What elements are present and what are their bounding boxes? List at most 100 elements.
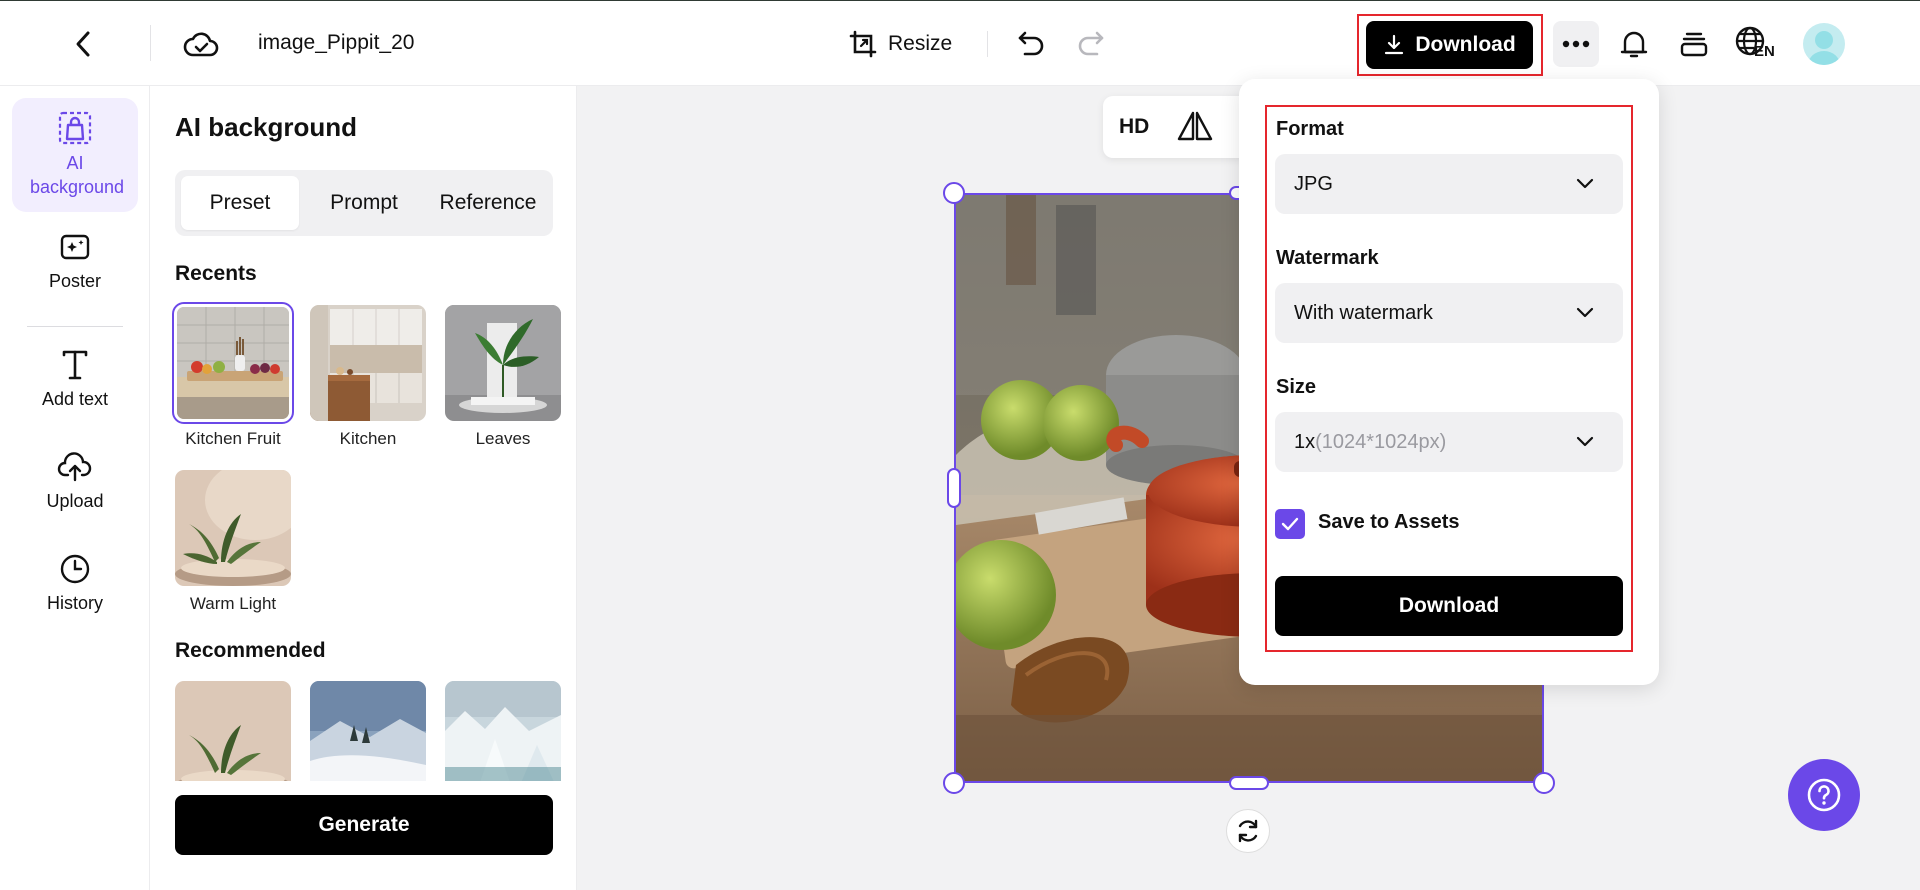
language-code: EN (1754, 43, 1775, 60)
cloud-check-icon (183, 32, 219, 57)
thumbnail-image (175, 681, 291, 781)
notifications-button[interactable] (1613, 23, 1655, 65)
left-rail: AI background Poster Add text Upload His… (0, 86, 150, 890)
resize-handle-bottom[interactable] (1229, 776, 1269, 790)
file-title[interactable]: image_Pippit_20 (258, 31, 416, 55)
thumbnail-image (310, 681, 426, 781)
undo-icon (1018, 31, 1044, 56)
hd-button[interactable]: HD (1119, 115, 1149, 139)
thumbnail-caption: Leaves (475, 429, 531, 448)
divider (27, 326, 123, 327)
divider (150, 25, 151, 61)
chevron-down-icon (1576, 436, 1594, 447)
undo-button[interactable] (1012, 25, 1050, 63)
checkmark-icon (1281, 517, 1299, 531)
bell-icon (1620, 31, 1648, 58)
rotate-icon (1238, 819, 1258, 843)
preset-thumb-kitchen-fruit[interactable]: Kitchen Fruit (172, 302, 294, 449)
recommended-thumb-ice[interactable] (445, 681, 561, 781)
more-horizontal-icon (1562, 40, 1590, 48)
poster-icon (60, 234, 90, 260)
panel-title: AI background (175, 112, 358, 142)
thumbnail-caption: Warm Light (189, 594, 277, 613)
thumbnail-image (310, 305, 426, 421)
history-icon (60, 554, 90, 584)
divider (987, 31, 988, 57)
help-button[interactable] (1788, 759, 1860, 831)
flip-icon[interactable] (1176, 109, 1214, 145)
thumbnail-caption: Kitchen (339, 429, 397, 448)
layers-button[interactable] (1673, 23, 1715, 65)
tab-prompt[interactable]: Prompt (305, 176, 423, 230)
recommended-thumb-snow[interactable] (310, 681, 426, 781)
canvas-floating-toolbar: HD (1103, 96, 1253, 158)
rail-item-history[interactable]: History (12, 544, 138, 624)
avatar[interactable] (1803, 23, 1845, 65)
resize-handle-left[interactable] (947, 468, 961, 508)
rail-label: Upload (46, 491, 104, 511)
resize-label: Resize (888, 32, 953, 55)
resize-handle-bottom-right[interactable] (1533, 772, 1555, 794)
rail-label: History (46, 593, 103, 613)
format-select[interactable]: JPG (1275, 154, 1623, 214)
resize-button[interactable]: Resize (848, 25, 952, 63)
rail-item-upload[interactable]: Upload (12, 442, 138, 522)
rail-label: AI background (30, 153, 125, 197)
layers-icon (1680, 32, 1708, 57)
rail-item-add-text[interactable]: Add text (12, 340, 138, 420)
chevron-down-icon (1576, 307, 1594, 318)
thumbnail-image (172, 302, 294, 424)
header-download-button[interactable]: Download (1366, 21, 1533, 69)
preset-thumb-warm-light[interactable]: Warm Light (175, 470, 291, 614)
save-to-assets-label[interactable]: Save to Assets (1318, 511, 1460, 534)
format-value: JPG (1294, 172, 1333, 195)
chevron-down-icon (1576, 178, 1594, 189)
size-hint: (1024*1024px) (1315, 430, 1447, 453)
tab-reference[interactable]: Reference (429, 176, 547, 230)
thumbnail-image (445, 305, 561, 421)
ai-background-icon (58, 111, 92, 145)
text-icon (62, 350, 88, 380)
preset-thumb-leaves[interactable]: Leaves (445, 305, 561, 449)
resize-handle-top-left[interactable] (943, 182, 965, 204)
recents-title: Recents (175, 262, 257, 285)
help-icon (1807, 778, 1841, 812)
resize-icon (849, 30, 877, 58)
rotate-button[interactable] (1226, 809, 1270, 853)
redo-icon (1078, 31, 1104, 56)
language-button[interactable]: EN (1734, 23, 1784, 65)
rail-item-ai-background[interactable]: AI background (12, 98, 138, 212)
thumbnail-image (445, 681, 561, 781)
rail-label: Add text (41, 389, 109, 409)
tab-switcher: Preset Prompt Reference (175, 170, 553, 236)
upload-icon (57, 452, 92, 482)
size-select[interactable]: 1x (1024*1024px) (1275, 412, 1623, 472)
recommended-thumb-warm[interactable] (175, 681, 291, 781)
watermark-label: Watermark (1276, 247, 1379, 269)
chevron-left-icon (76, 31, 90, 57)
ai-background-panel: AI background Preset Prompt Reference Re… (150, 86, 577, 890)
rail-label: Poster (48, 271, 102, 291)
preset-thumb-kitchen[interactable]: Kitchen (310, 305, 426, 449)
recommended-title: Recommended (175, 639, 326, 662)
redo-button[interactable] (1072, 25, 1110, 63)
watermark-select[interactable]: With watermark (1275, 283, 1623, 343)
user-avatar-icon (1808, 31, 1840, 65)
download-icon (1385, 34, 1404, 55)
watermark-value: With watermark (1294, 301, 1433, 324)
more-options-button[interactable] (1553, 21, 1599, 67)
rail-item-poster[interactable]: Poster (12, 222, 138, 302)
resize-handle-bottom-left[interactable] (943, 772, 965, 794)
size-value: 1x (1294, 430, 1316, 453)
cloud-sync-button[interactable] (182, 25, 220, 63)
header-download-label: Download (1415, 33, 1516, 56)
thumbnail-caption: Kitchen Fruit (185, 429, 281, 448)
format-label: Format (1276, 118, 1344, 140)
back-button[interactable] (66, 27, 100, 61)
tab-preset[interactable]: Preset (181, 176, 299, 230)
save-to-assets-checkbox[interactable] (1275, 509, 1305, 539)
popover-download-button[interactable]: Download (1275, 576, 1623, 636)
thumbnail-image (175, 470, 291, 586)
top-bar: image_Pippit_20 Resize Download EN (0, 0, 1920, 86)
generate-button[interactable]: Generate (175, 795, 553, 855)
